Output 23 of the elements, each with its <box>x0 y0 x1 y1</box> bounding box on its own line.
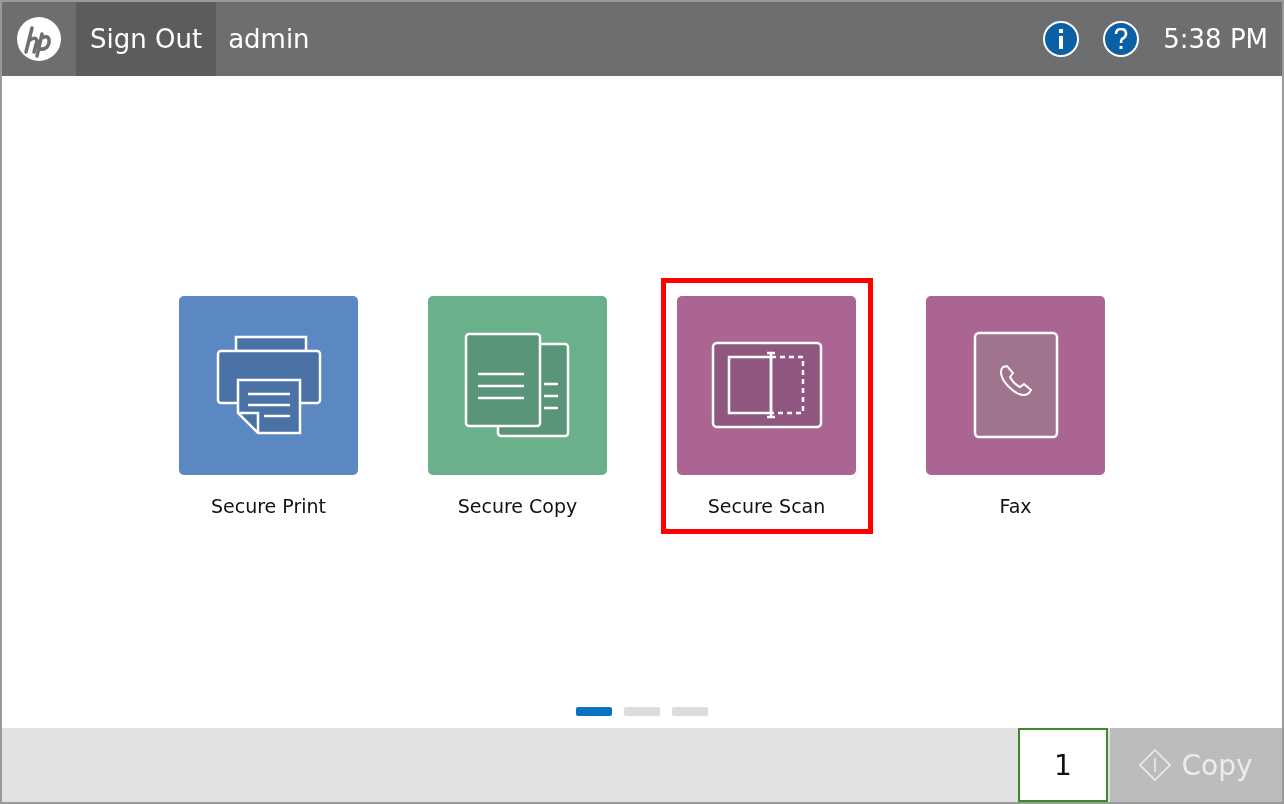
start-icon <box>1139 749 1172 781</box>
phone-document-icon <box>972 331 1059 439</box>
copies-field[interactable]: 1 <box>1018 728 1108 802</box>
app-tile[interactable]: Secure Scan <box>660 277 873 534</box>
app-tile[interactable]: Fax <box>909 277 1122 534</box>
info-icon[interactable] <box>1043 21 1080 57</box>
app-label: Fax <box>999 494 1032 517</box>
app-tile[interactable]: Secure Copy <box>411 277 624 534</box>
help-icon[interactable] <box>1103 21 1140 57</box>
app-tile[interactable]: Secure Print <box>162 277 375 534</box>
scanner-icon <box>710 341 823 429</box>
app-label: Secure Copy <box>457 494 578 517</box>
documents-icon <box>463 332 572 438</box>
logo-icon <box>16 16 62 62</box>
user-name: admin <box>228 24 310 54</box>
app-label: Secure Scan <box>707 494 826 517</box>
page-indicator[interactable] <box>672 707 708 716</box>
clock-time: 5:38 PM <box>1163 24 1268 54</box>
sign-out-button[interactable]: Sign Out <box>76 2 217 76</box>
page-indicator[interactable] <box>624 707 660 716</box>
printer-icon <box>215 335 322 435</box>
page-indicator[interactable] <box>576 707 612 716</box>
app-label: Secure Print <box>210 494 327 517</box>
